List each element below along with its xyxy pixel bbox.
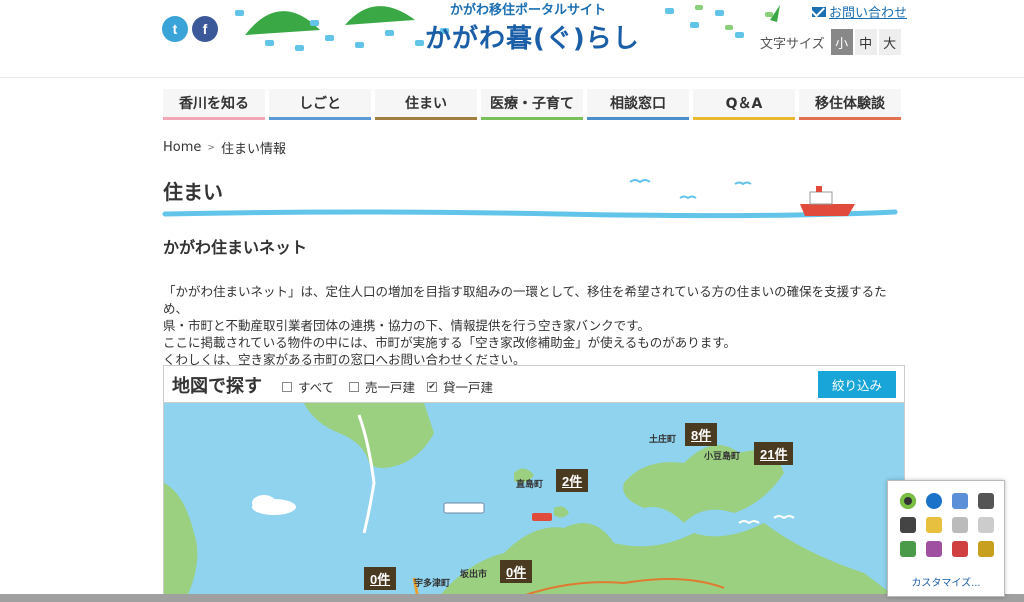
social-links: t f bbox=[162, 16, 218, 42]
breadcrumb-current: 住まい情報 bbox=[220, 142, 286, 157]
section-title: かがわ住まいネット bbox=[163, 238, 308, 257]
nvidia-icon[interactable] bbox=[900, 493, 916, 509]
marker-count[interactable]: 0件 bbox=[364, 567, 397, 590]
intro-text: 「かがわ住まいネット」は、定住人口の増加を目指す取組みの一環として、移住を希望さ… bbox=[163, 283, 908, 368]
main-nav: 香川を知る しごと 住まい 医療・子育て 相談窓口 Q＆A 移住体験談 bbox=[163, 89, 903, 120]
map-illustration bbox=[164, 403, 904, 601]
flag-icon[interactable] bbox=[952, 541, 968, 557]
checkbox-rent-house-label: 貸一戸建 bbox=[443, 380, 494, 395]
nav-item-consultation[interactable]: 相談窓口 bbox=[587, 89, 689, 120]
checkbox-rent-house-box[interactable]: ✔ bbox=[427, 381, 437, 392]
contact-label: お問い合わせ bbox=[829, 6, 908, 21]
marker-count[interactable]: 0件 bbox=[500, 560, 533, 583]
nav-item-stories[interactable]: 移住体験談 bbox=[799, 89, 901, 120]
marker-count[interactable]: 2件 bbox=[556, 469, 589, 492]
page-title: 住まい bbox=[163, 180, 223, 204]
app-icon-2[interactable] bbox=[926, 541, 942, 557]
checkbox-sale-house-box[interactable] bbox=[349, 381, 359, 392]
town-label: 坂出市 bbox=[460, 570, 488, 580]
tray-icons bbox=[900, 493, 996, 557]
page: t f かがわ移住ポータルサイト かがわ暮(ぐ)らし お問い合わせ 文字サイズ … bbox=[0, 0, 1024, 602]
network-user-icon[interactable] bbox=[952, 493, 968, 509]
intro-line: 「かがわ住まいネット」は、定住人口の増加を目指す取組みの一環として、移住を希望さ… bbox=[163, 284, 887, 316]
marker-count[interactable]: 8件 bbox=[685, 423, 718, 446]
app-icon-1[interactable] bbox=[900, 541, 916, 557]
facebook-icon[interactable]: f bbox=[192, 16, 218, 42]
breadcrumb-home[interactable]: Home bbox=[163, 140, 201, 155]
town-label: 直島町 bbox=[516, 480, 544, 490]
chevron-right-icon: > bbox=[207, 142, 215, 153]
shield-icon[interactable] bbox=[978, 541, 994, 557]
warning-icon[interactable] bbox=[926, 517, 942, 533]
nav-item-qa[interactable]: Q＆A bbox=[693, 89, 795, 120]
horizontal-scrollbar[interactable] bbox=[0, 594, 1024, 602]
checkbox-rent-house[interactable]: ✔ 貸一戸建 bbox=[427, 377, 493, 396]
map-search-toolbar: 地図で探す すべて 売一戸建 ✔ 貸一戸建 絞り込み bbox=[164, 366, 904, 403]
title-wave-illustration bbox=[162, 179, 898, 219]
nav-item-work[interactable]: しごと bbox=[269, 89, 371, 120]
notification-tray-popup: カスタマイズ... bbox=[887, 480, 1005, 597]
checkbox-all-label: すべて bbox=[298, 380, 335, 395]
checkbox-sale-house[interactable]: 売一戸建 bbox=[349, 377, 415, 396]
logo-subtitle: かがわ移住ポータルサイト bbox=[450, 3, 607, 18]
town-label: 小豆島町 bbox=[704, 452, 741, 462]
video-icon-2[interactable] bbox=[900, 517, 916, 533]
video-icon[interactable] bbox=[978, 493, 994, 509]
site-logo[interactable]: かがわ暮(ぐ)らし bbox=[425, 18, 640, 55]
nav-item-medical[interactable]: 医療・子育て bbox=[481, 89, 583, 120]
intro-line: ここに掲載されている物件の中には、市町が実施する「空き家改修補助金」が使えるもの… bbox=[163, 335, 737, 350]
breadcrumb: Home > 住まい情報 bbox=[163, 138, 286, 157]
map-search-panel: 地図で探す すべて 売一戸建 ✔ 貸一戸建 絞り込み 土庄町 8件 小豆島町 2… bbox=[163, 365, 905, 602]
volume-icon[interactable] bbox=[978, 517, 994, 533]
font-size-medium-button[interactable]: 中 bbox=[854, 29, 877, 55]
site-header: t f かがわ移住ポータルサイト かがわ暮(ぐ)らし お問い合わせ 文字サイズ … bbox=[0, 0, 1024, 78]
town-label: 土庄町 bbox=[649, 435, 677, 445]
checkbox-all-box[interactable] bbox=[282, 381, 292, 392]
nav-item-know-kagawa[interactable]: 香川を知る bbox=[163, 89, 265, 120]
nav-item-housing[interactable]: 住まい bbox=[375, 89, 477, 120]
font-size-small-button[interactable]: 小 bbox=[830, 29, 853, 55]
mail-icon bbox=[812, 6, 826, 17]
map-search-title: 地図で探す bbox=[172, 376, 262, 397]
font-size-switcher: 文字サイズ 小 中 大 bbox=[760, 29, 901, 55]
bluetooth-icon[interactable] bbox=[926, 493, 942, 509]
marker-count[interactable]: 21件 bbox=[754, 442, 794, 465]
signal-icon[interactable] bbox=[952, 517, 968, 533]
font-size-large-button[interactable]: 大 bbox=[878, 29, 901, 55]
town-label: 宇多津町 bbox=[414, 579, 451, 589]
checkbox-sale-house-label: 売一戸建 bbox=[365, 380, 416, 395]
checkbox-all[interactable]: すべて bbox=[282, 377, 334, 396]
twitter-icon[interactable]: t bbox=[162, 16, 188, 42]
intro-line: 県・市町と不動産取引業者団体の連携・協力の下、情報提供を行う空き家バンクです。 bbox=[163, 318, 650, 333]
contact-link[interactable]: お問い合わせ bbox=[812, 2, 907, 21]
tray-customize-link[interactable]: カスタマイズ... bbox=[888, 574, 1004, 589]
font-size-label: 文字サイズ bbox=[760, 36, 825, 52]
map-area[interactable]: 土庄町 8件 小豆島町 21件 直島町 2件 0件 宇多津町 坂出市 0件 bbox=[164, 403, 904, 601]
filter-button[interactable]: 絞り込み bbox=[818, 371, 896, 398]
